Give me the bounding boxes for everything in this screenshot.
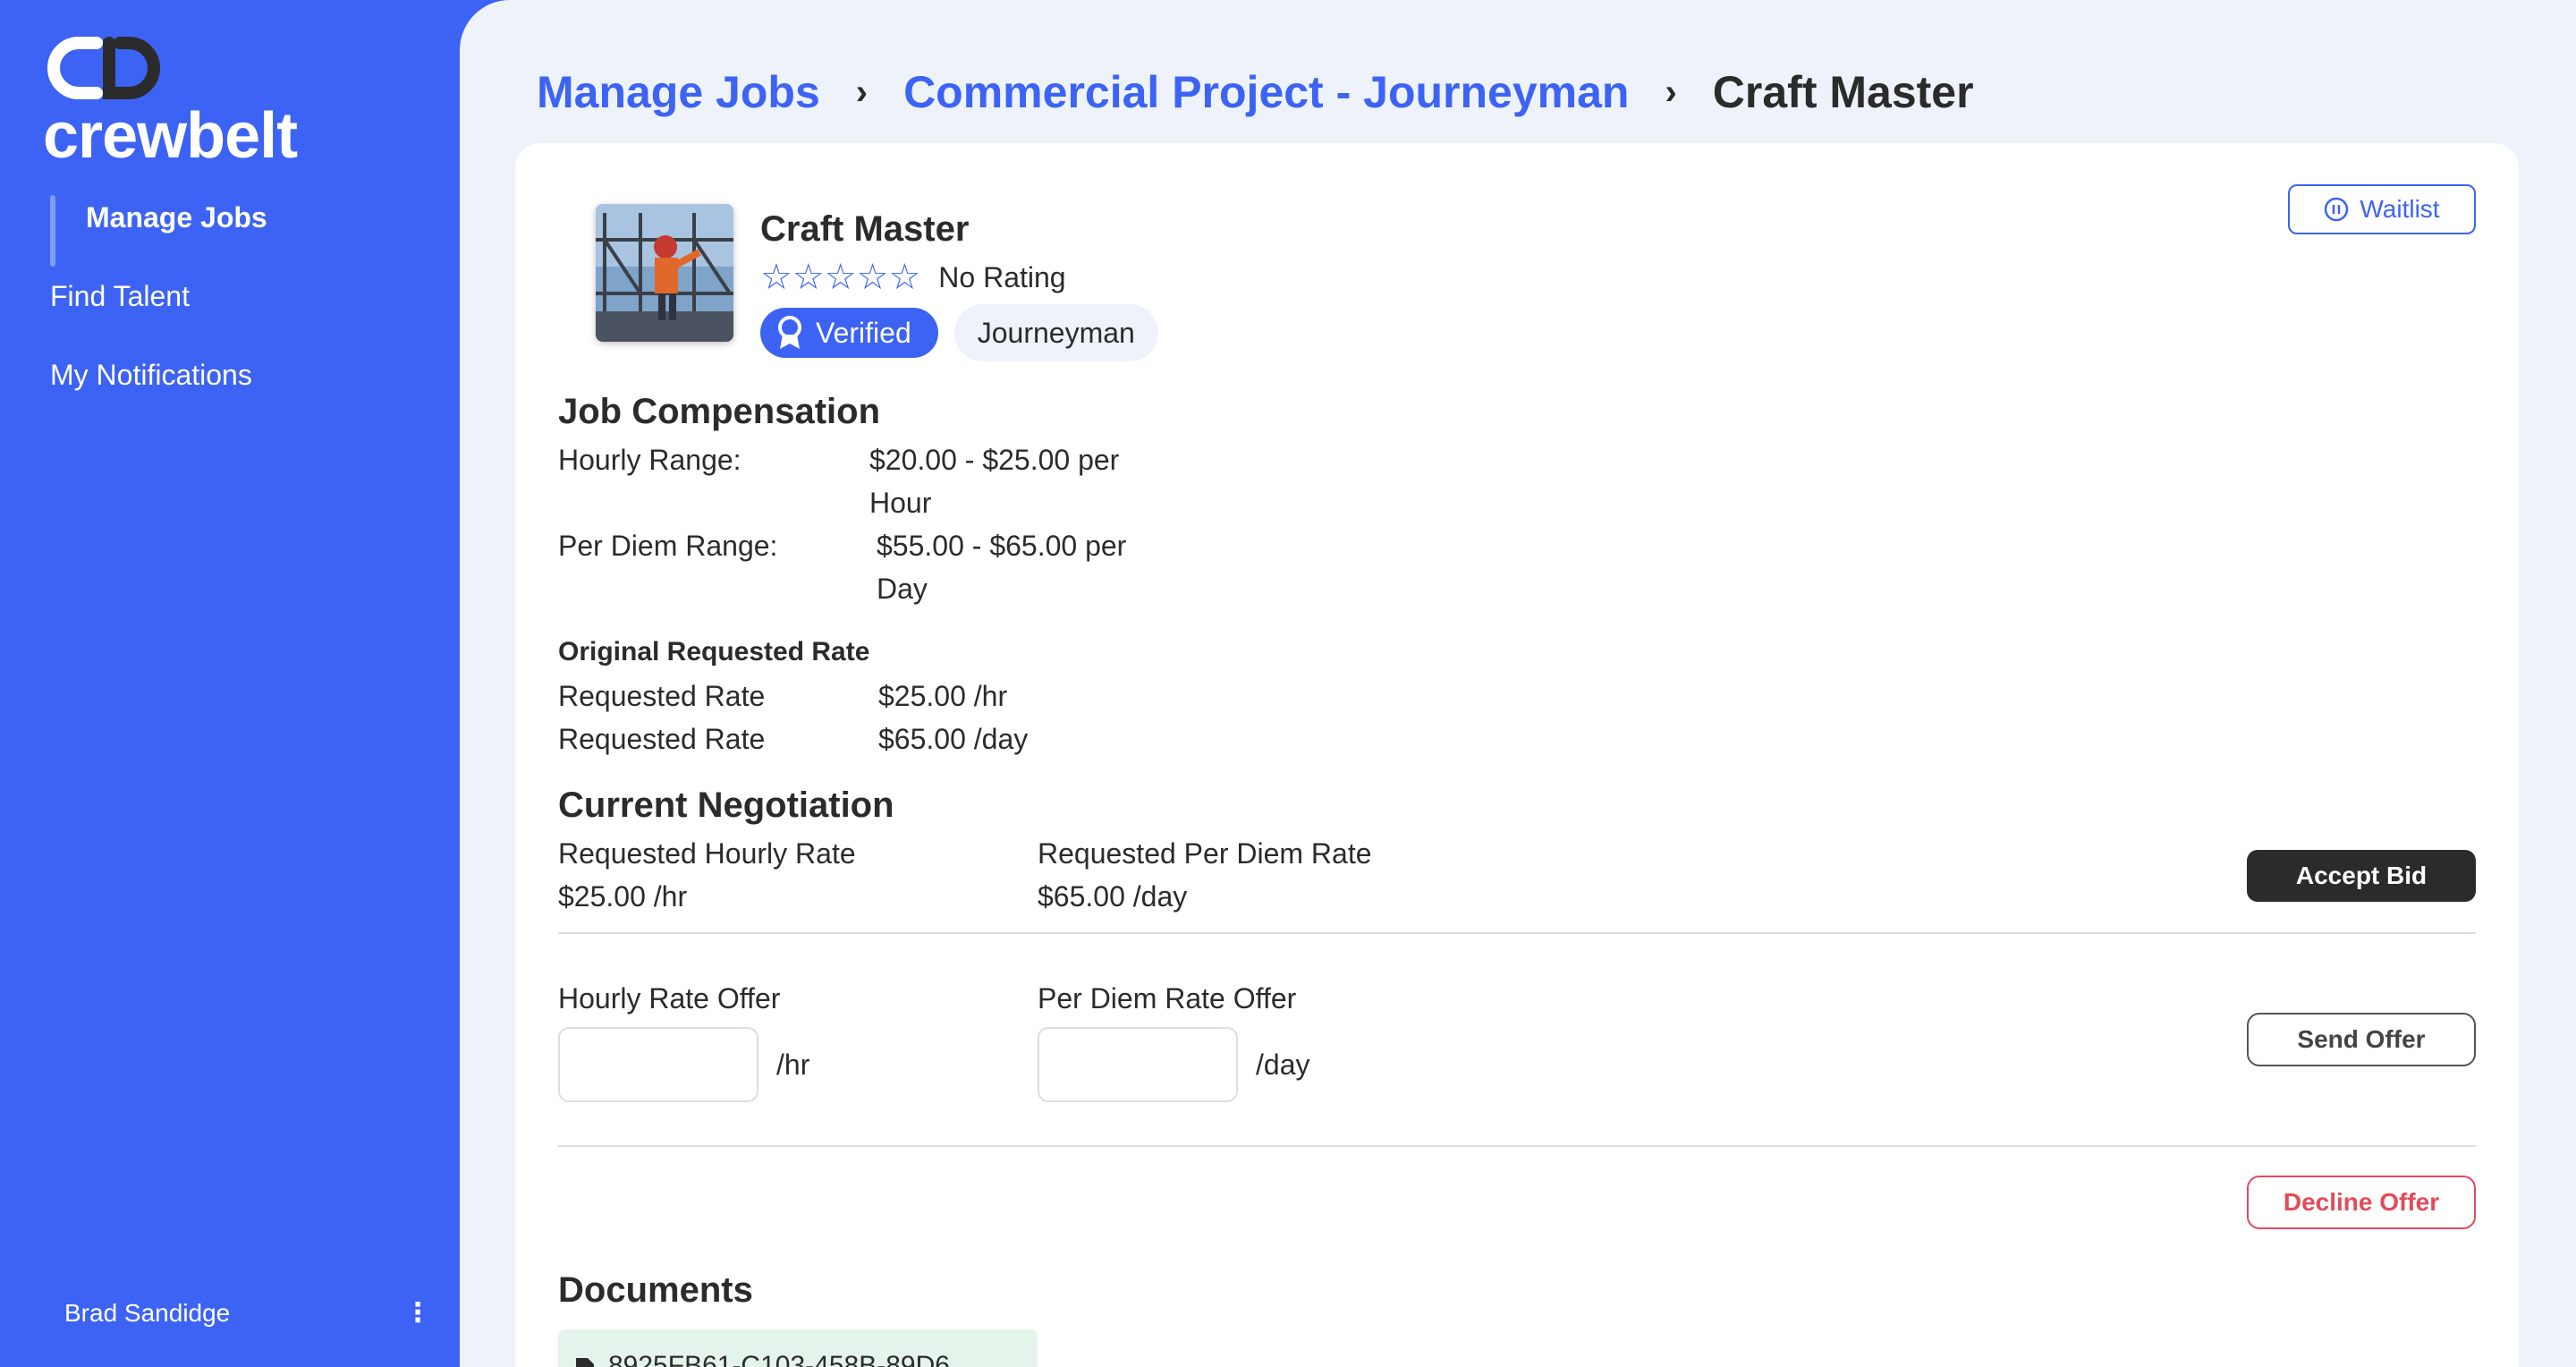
negotiation-title: Current Negotiation bbox=[558, 785, 894, 825]
perdiem-offer-label: Per Diem Rate Offer bbox=[1038, 982, 1297, 1015]
crewbelt-logo[interactable]: crewbelt bbox=[43, 34, 311, 168]
original-rate-daily-label: Requested Rate bbox=[558, 723, 766, 755]
trade-badge: Journeyman bbox=[953, 304, 1158, 361]
breadcrumb-current: Craft Master bbox=[1712, 67, 1974, 117]
breadcrumb-manage-jobs[interactable]: Manage Jobs bbox=[537, 66, 820, 118]
file-icon bbox=[576, 1358, 594, 1367]
rating-label: No Rating bbox=[938, 260, 1066, 293]
hourly-unit: /hr bbox=[776, 1049, 810, 1081]
breadcrumb-project[interactable]: Commercial Project - Journeyman bbox=[903, 66, 1629, 118]
original-rate-title: Original Requested Rate bbox=[558, 637, 870, 667]
user-name: Brad Sandidge bbox=[64, 1299, 231, 1327]
original-rate-daily-value: $65.00 /day bbox=[878, 723, 1029, 755]
requested-hourly-label: Requested Hourly Rate bbox=[558, 837, 856, 870]
chevron-right-icon: › bbox=[1665, 72, 1677, 112]
hourly-range-value-cont: Hour bbox=[869, 487, 932, 519]
pause-icon bbox=[2325, 197, 2349, 222]
perdiem-range-value: $55.00 - $65.00 per bbox=[877, 530, 1127, 562]
profile-name: Craft Master bbox=[760, 209, 970, 249]
original-rate-hourly-value: $25.00 /hr bbox=[878, 680, 1008, 712]
breadcrumb: Manage Jobs › Commercial Project - Journ… bbox=[537, 66, 1974, 118]
perdiem-unit: /day bbox=[1256, 1049, 1310, 1081]
requested-perdiem-label: Requested Per Diem Rate bbox=[1038, 837, 1372, 870]
worker-photo bbox=[596, 204, 733, 342]
perdiem-offer-input[interactable] bbox=[1038, 1027, 1238, 1102]
sidebar-item-my-notifications[interactable]: My Notifications bbox=[50, 356, 267, 435]
award-ribbon-icon bbox=[778, 316, 801, 349]
hourly-range-label: Hourly Range: bbox=[558, 444, 741, 476]
rating: ☆☆☆☆☆ No Rating bbox=[760, 259, 1066, 295]
original-rate-hourly-label: Requested Rate bbox=[558, 680, 766, 712]
verified-badge: Verified bbox=[760, 308, 938, 358]
document-item[interactable]: 8925FB61-C103-458B-89D6 bbox=[558, 1329, 1038, 1367]
sidebar-item-manage-jobs[interactable]: Manage Jobs bbox=[50, 195, 267, 277]
divider bbox=[558, 1145, 2476, 1147]
hourly-offer-label: Hourly Rate Offer bbox=[558, 982, 781, 1015]
waitlist-button[interactable]: Waitlist bbox=[2288, 184, 2476, 234]
star-rating-icon: ☆☆☆☆☆ bbox=[760, 258, 921, 297]
main-content: Manage Jobs › Commercial Project - Journ… bbox=[460, 0, 2576, 1367]
applicant-card: Craft Master ☆☆☆☆☆ No Rating Verified Jo… bbox=[515, 143, 2519, 1367]
waitlist-label: Waitlist bbox=[2360, 195, 2440, 223]
badges: Verified Journeyman bbox=[760, 304, 1158, 361]
compensation-title: Job Compensation bbox=[558, 392, 881, 431]
send-offer-button[interactable]: Send Offer bbox=[2247, 1013, 2476, 1066]
accept-bid-button[interactable]: Accept Bid bbox=[2247, 850, 2476, 902]
perdiem-range-label: Per Diem Range: bbox=[558, 530, 778, 562]
sidebar-item-find-talent[interactable]: Find Talent bbox=[50, 277, 267, 356]
chevron-right-icon: › bbox=[855, 72, 869, 112]
divider bbox=[558, 932, 2476, 934]
sidebar: crewbelt Manage Jobs Find Talent My Noti… bbox=[0, 0, 460, 1367]
decline-offer-button[interactable]: Decline Offer bbox=[2247, 1176, 2476, 1229]
more-vertical-icon[interactable]: ⋮ bbox=[404, 1297, 431, 1329]
sidebar-nav: Manage Jobs Find Talent My Notifications bbox=[50, 195, 267, 435]
requested-hourly-value: $25.00 /hr bbox=[558, 880, 688, 913]
documents-title: Documents bbox=[558, 1270, 753, 1310]
avatar bbox=[596, 204, 733, 342]
hourly-range-value: $20.00 - $25.00 per bbox=[869, 444, 1120, 476]
verified-label: Verified bbox=[816, 316, 911, 349]
user-section: Brad Sandidge ⋮ bbox=[64, 1297, 431, 1329]
document-name: 8925FB61-C103-458B-89D6 bbox=[608, 1351, 950, 1367]
requested-perdiem-value: $65.00 /day bbox=[1038, 880, 1188, 913]
perdiem-range-value-cont: Day bbox=[877, 573, 928, 605]
hourly-offer-input[interactable] bbox=[558, 1027, 758, 1102]
logo-text: crewbelt bbox=[43, 100, 298, 172]
